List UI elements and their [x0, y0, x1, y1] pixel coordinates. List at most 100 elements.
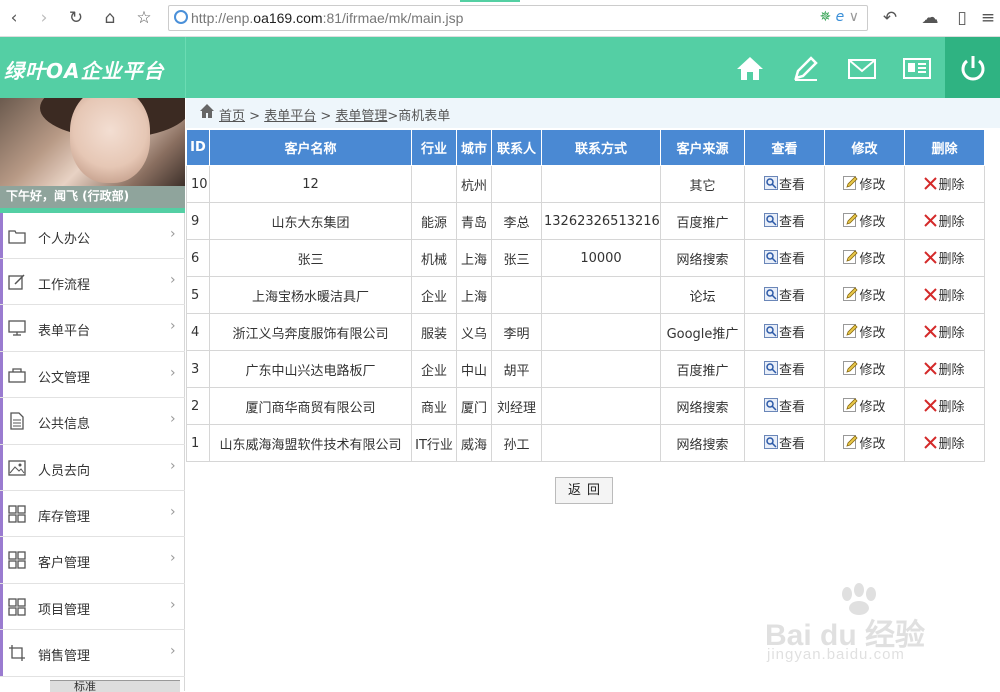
back-arrow-icon[interactable]: ‹: [4, 8, 24, 28]
column-header: 联系人: [491, 129, 542, 166]
ime-toolbar[interactable]: 标准: [50, 680, 180, 692]
cell-name: 上海宝杨水暖洁具厂: [209, 276, 412, 314]
cell-source: 百度推广: [660, 350, 745, 388]
view-button[interactable]: 查看: [763, 359, 805, 378]
table-row[interactable]: 10 12 杭州 其它 查看 修改 删除: [186, 165, 985, 203]
cell-contact: 刘经理: [491, 387, 542, 425]
back-button[interactable]: 返回: [555, 477, 613, 504]
delete-button[interactable]: 删除: [924, 433, 965, 452]
edit-button[interactable]: 修改: [843, 396, 886, 415]
edit-button[interactable]: 修改: [843, 174, 886, 193]
view-button[interactable]: 查看: [763, 285, 805, 304]
pencil-edit-icon: [843, 398, 859, 413]
view-button[interactable]: 查看: [763, 396, 805, 415]
cell-delete: 删除: [904, 350, 985, 388]
breadcrumb-home-link[interactable]: 首页: [219, 109, 245, 124]
cell-phone: [541, 313, 661, 351]
cell-source: 网络搜索: [660, 424, 745, 462]
edit-label: 修改: [859, 251, 886, 267]
pencil-icon[interactable]: [789, 51, 823, 85]
view-label: 查看: [778, 288, 805, 304]
table-row[interactable]: 1 山东威海海盟软件技术有限公司 IT行业 威海 孙工 网络搜索 查看 修改 删除: [186, 424, 985, 462]
view-button[interactable]: 查看: [763, 248, 805, 267]
delete-button[interactable]: 删除: [924, 248, 965, 267]
table-row[interactable]: 6 张三 机械 上海 张三 10000 网络搜索 查看 修改 删除: [186, 239, 985, 277]
cell-industry: IT行业: [411, 424, 457, 462]
cell-city: 上海: [456, 239, 492, 277]
table-row[interactable]: 5 上海宝杨水暖洁具厂 企业 上海 论坛 查看 修改 删除: [186, 276, 985, 314]
sidebar-item-sales[interactable]: 销售管理 ›: [0, 630, 185, 677]
refresh-icon[interactable]: ↻: [66, 8, 86, 28]
table-row[interactable]: 4 浙江义乌奔度服饰有限公司 服装 义乌 李明 Google推广 查看 修改 删除: [186, 313, 985, 351]
delete-button[interactable]: 删除: [924, 322, 965, 341]
delete-button[interactable]: 删除: [924, 211, 965, 230]
table-row[interactable]: 3 广东中山兴达电路板厂 企业 中山 胡平 百度推广 查看 修改 删除: [186, 350, 985, 388]
sidebar-item-form-platform[interactable]: 表单平台 ›: [0, 305, 185, 352]
home-icon[interactable]: [733, 51, 767, 85]
delete-button[interactable]: 删除: [924, 285, 965, 304]
sidebar-item-projects[interactable]: 项目管理 ›: [0, 583, 185, 631]
sidebar-item-staff-whereabouts[interactable]: 人员去向 ›: [0, 444, 185, 491]
star-icon[interactable]: ☆: [134, 8, 154, 28]
edit-button[interactable]: 修改: [843, 211, 886, 230]
cell-edit: 修改: [824, 387, 905, 425]
phone-icon[interactable]: ▯: [952, 8, 972, 28]
view-label: 查看: [778, 436, 805, 452]
edit-button[interactable]: 修改: [843, 248, 886, 267]
edit-button[interactable]: 修改: [843, 359, 886, 378]
column-header: 联系方式: [541, 129, 661, 166]
column-header: ID: [186, 129, 210, 166]
cloud-icon[interactable]: ☁: [920, 8, 940, 28]
delete-x-icon: [924, 325, 938, 338]
cell-city: 义乌: [456, 313, 492, 351]
magnify-icon: [763, 398, 778, 413]
table-row[interactable]: 2 厦门商华商贸有限公司 商业 厦门 刘经理 网络搜索 查看 修改 删除: [186, 387, 985, 425]
contact-card-icon[interactable]: [900, 51, 934, 85]
delete-button[interactable]: 删除: [924, 396, 965, 415]
ie-mode-icon[interactable]: ✵ e ∨: [819, 9, 859, 25]
delete-label: 删除: [938, 437, 965, 452]
document-icon: [10, 412, 24, 430]
edit-icon: [8, 274, 25, 290]
pencil-edit-icon: [843, 176, 859, 191]
cell-edit: 修改: [824, 276, 905, 314]
breadcrumb-form-manage-link[interactable]: 表单管理: [335, 109, 387, 124]
breadcrumb-form-platform-link[interactable]: 表单平台: [264, 109, 316, 124]
sidebar-item-customers[interactable]: 客户管理 ›: [0, 537, 185, 584]
cell-id: 2: [186, 387, 210, 425]
view-button[interactable]: 查看: [763, 211, 805, 230]
edit-button[interactable]: 修改: [843, 322, 886, 341]
delete-button[interactable]: 删除: [924, 174, 965, 193]
view-button[interactable]: 查看: [763, 174, 805, 193]
table-row[interactable]: 9 山东大东集团 能源 青岛 李总 13262326513216 百度推广 查看 修改 删除: [186, 202, 985, 240]
forward-arrow-icon[interactable]: ›: [34, 8, 54, 28]
sidebar-item-public-info[interactable]: 公共信息 ›: [0, 398, 185, 445]
delete-label: 删除: [938, 178, 965, 193]
sidebar-item-inventory[interactable]: 库存管理 ›: [0, 490, 185, 538]
app-logo: 绿叶OA企业平台: [4, 59, 165, 83]
mail-icon[interactable]: [845, 51, 879, 85]
edit-button[interactable]: 修改: [843, 433, 886, 452]
undo-icon[interactable]: ↶: [880, 8, 900, 28]
sidebar-item-label: 项目管理: [38, 602, 91, 618]
cell-view: 查看: [744, 313, 825, 351]
edit-button[interactable]: 修改: [843, 285, 886, 304]
menu-icon[interactable]: ≡: [978, 8, 998, 28]
delete-button[interactable]: 删除: [924, 359, 965, 378]
magnify-icon: [763, 435, 778, 450]
address-bar[interactable]: http://enp.oa169.com:81/ifrmae/mk/main.j…: [168, 5, 868, 31]
sidebar-item-document-management[interactable]: 公文管理 ›: [0, 351, 185, 399]
delete-x-icon: [924, 399, 938, 412]
cell-phone: [541, 276, 661, 314]
sidebar-item-workflow[interactable]: 工作流程 ›: [0, 259, 185, 306]
image-icon: [8, 459, 26, 476]
home-icon[interactable]: ⌂: [100, 8, 120, 28]
view-button[interactable]: 查看: [763, 433, 805, 452]
sidebar-item-personal-office[interactable]: 个人办公 ›: [0, 213, 185, 259]
view-button[interactable]: 查看: [763, 322, 805, 341]
magnify-icon: [763, 176, 778, 191]
cell-city: 青岛: [456, 202, 492, 240]
cell-city: 杭州: [456, 165, 492, 203]
grid-icon: [8, 598, 26, 616]
logout-button[interactable]: [945, 37, 1000, 98]
